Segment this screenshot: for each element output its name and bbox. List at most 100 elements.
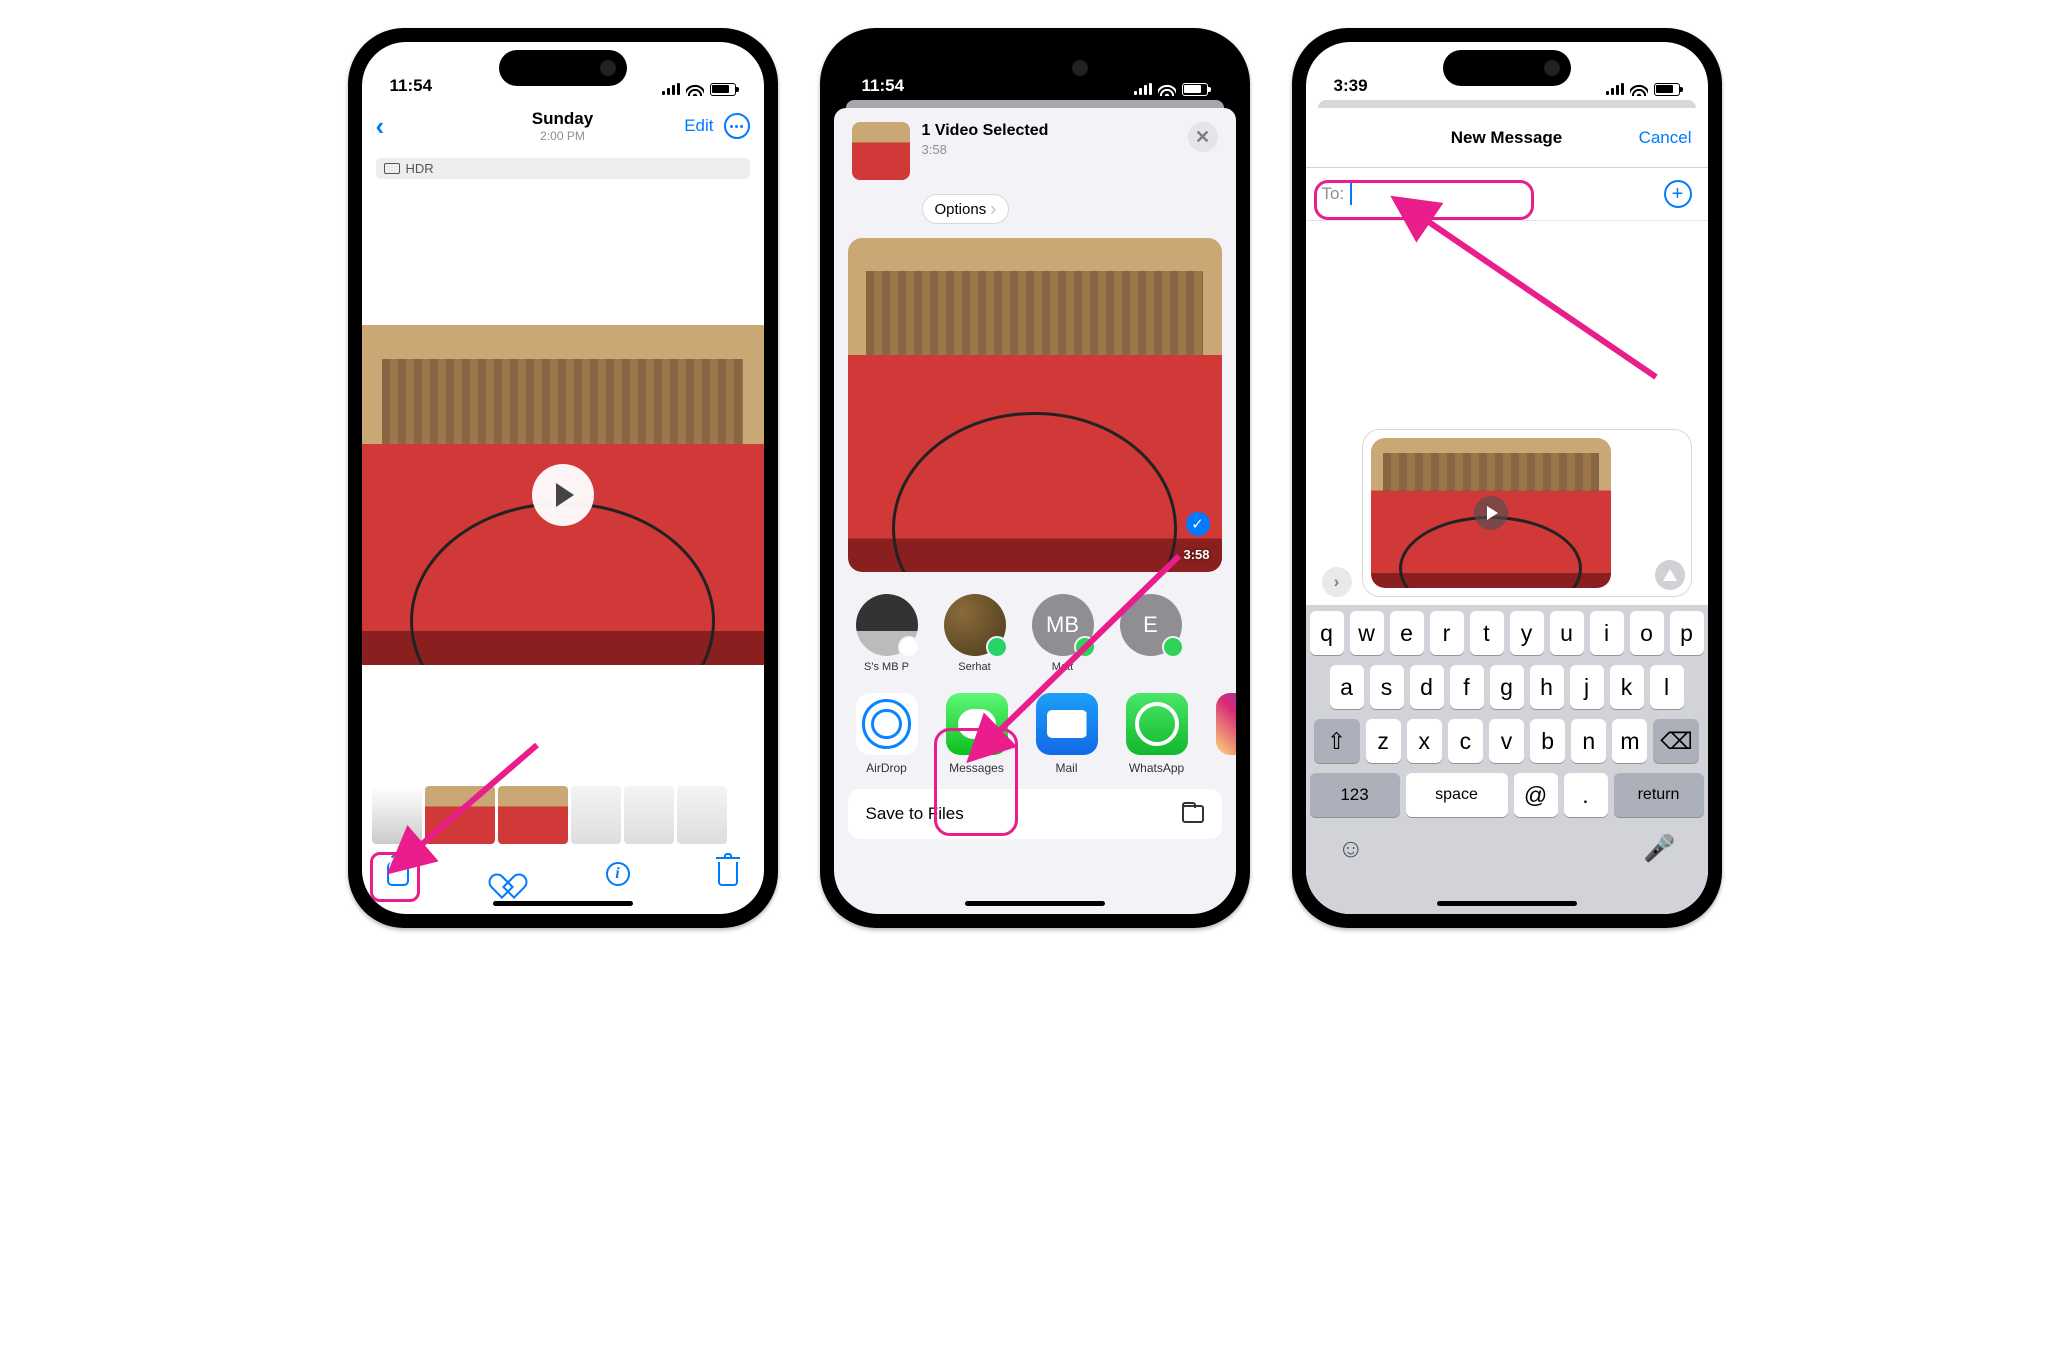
share-contact[interactable]: S's MB P [852,594,922,673]
cancel-button[interactable]: Cancel [1639,128,1692,148]
thumb-item[interactable] [677,786,727,844]
send-button[interactable] [1655,560,1685,590]
keyboard-key[interactable]: z [1366,719,1401,763]
battery-icon [1182,83,1208,96]
share-app-whatsapp[interactable]: WhatsApp [1122,693,1192,775]
options-button[interactable]: Options › [922,194,1010,224]
keyboard-key[interactable]: c [1448,719,1483,763]
video-thumbnail[interactable] [362,325,764,665]
more-button[interactable] [724,113,750,139]
keyboard-key[interactable]: n [1571,719,1606,763]
keyboard-key[interactable]: o [1630,611,1664,655]
keyboard-key[interactable]: d [1410,665,1444,709]
signal-icon [1134,83,1152,95]
home-indicator[interactable] [1437,901,1577,906]
keyboard[interactable]: qwertyuiop asdfghjkl ⇧zxcvbnm⌫ 123 space… [1306,605,1708,914]
keyboard-at-key[interactable]: @ [1514,773,1558,817]
keyboard-key[interactable]: k [1610,665,1644,709]
keyboard-key[interactable]: b [1530,719,1565,763]
message-bubble[interactable] [1362,429,1692,597]
keyboard-key[interactable]: y [1510,611,1544,655]
dictation-button[interactable]: 🎤 [1643,833,1675,864]
new-message-screen: 3:39 New Message Cancel To: + [1306,42,1708,914]
emoji-button[interactable]: ☺ [1338,833,1365,864]
share-contact[interactable]: MB Matt [1028,594,1098,673]
share-button[interactable] [384,860,412,888]
messages-badge-icon [1162,636,1184,658]
keyboard-key[interactable]: t [1470,611,1504,655]
keyboard-dot-key[interactable]: . [1564,773,1608,817]
save-to-files-action[interactable]: Save to Files [848,789,1222,839]
video-attachment[interactable] [1371,438,1611,588]
keyboard-key[interactable]: a [1330,665,1364,709]
keyboard-key[interactable]: s [1370,665,1404,709]
back-button[interactable]: ‹ [376,111,385,142]
keyboard-key[interactable]: p [1670,611,1704,655]
share-app-airdrop[interactable]: AirDrop [852,693,922,775]
add-contact-button[interactable]: + [1664,180,1692,208]
dynamic-island [971,50,1099,86]
status-time: 11:54 [390,76,433,96]
keyboard-key[interactable]: l [1650,665,1684,709]
share-contact[interactable]: Serhat [940,594,1010,673]
wifi-icon [1630,82,1648,96]
keyboard-key[interactable]: g [1490,665,1524,709]
recipient-input[interactable] [1358,184,1505,204]
play-icon[interactable] [532,464,594,526]
play-icon [1474,496,1508,530]
close-button[interactable]: ✕ [1188,122,1218,152]
share-apps-row[interactable]: AirDrop Messages Mail WhatsApp In [834,687,1236,789]
thumb-item[interactable] [571,786,621,844]
keyboard-key[interactable]: r [1430,611,1464,655]
thumb-item[interactable] [372,786,422,844]
keyboard-key[interactable]: q [1310,611,1344,655]
keyboard-key[interactable]: h [1530,665,1564,709]
mail-icon [1036,693,1098,755]
delete-button[interactable] [714,860,742,888]
phone-newmessage: 3:39 New Message Cancel To: + [1292,28,1722,928]
keyboard-delete-key[interactable]: ⌫ [1653,719,1699,763]
photo-viewer[interactable]: i [362,185,764,914]
selected-check-icon[interactable]: ✓ [1186,512,1210,536]
share-contacts-row[interactable]: S's MB P Serhat MB Matt E [834,586,1236,687]
status-time: 3:39 [1334,76,1368,96]
keyboard-key[interactable]: u [1550,611,1584,655]
keyboard-space-key[interactable]: space [1406,773,1508,817]
chevron-right-icon: › [990,200,996,218]
keyboard-key[interactable]: x [1407,719,1442,763]
selection-thumbnail [852,122,910,180]
keyboard-key[interactable]: j [1570,665,1604,709]
keyboard-key[interactable]: w [1350,611,1384,655]
hdr-badge: HDR [376,158,750,179]
photos-screen: 11:54 ‹ Sunday 2:00 PM Edit HDR [362,42,764,914]
share-app-messages[interactable]: Messages [942,693,1012,775]
thumb-item[interactable] [624,786,674,844]
keyboard-shift-key[interactable]: ⇧ [1314,719,1360,763]
favorite-button[interactable] [494,860,522,888]
selection-title: 1 Video Selected [922,122,1049,140]
share-preview[interactable]: ✓ 3:58 [848,238,1222,572]
keyboard-key[interactable]: e [1390,611,1424,655]
edit-button[interactable]: Edit [684,116,713,136]
nav-title-day: Sunday [532,109,593,129]
thumbnail-strip[interactable] [362,786,764,844]
share-app-instagram[interactable]: In [1212,693,1236,775]
keyboard-key[interactable]: v [1489,719,1524,763]
home-indicator[interactable] [965,901,1105,906]
share-contact[interactable]: E [1116,594,1186,673]
keyboard-numbers-key[interactable]: 123 [1310,773,1400,817]
airdrop-icon [856,693,918,755]
keyboard-key[interactable]: m [1612,719,1647,763]
keyboard-return-key[interactable]: return [1614,773,1704,817]
home-indicator[interactable] [493,901,633,906]
recipient-row[interactable]: To: + [1306,168,1708,221]
battery-icon [1654,83,1680,96]
expand-input-button[interactable]: › [1322,567,1352,597]
thumb-item[interactable] [498,786,568,844]
keyboard-key[interactable]: i [1590,611,1624,655]
keyboard-key[interactable]: f [1450,665,1484,709]
info-button[interactable]: i [604,860,632,888]
share-app-mail[interactable]: Mail [1032,693,1102,775]
thumb-item[interactable] [425,786,495,844]
nav-title-time: 2:00 PM [532,129,593,143]
